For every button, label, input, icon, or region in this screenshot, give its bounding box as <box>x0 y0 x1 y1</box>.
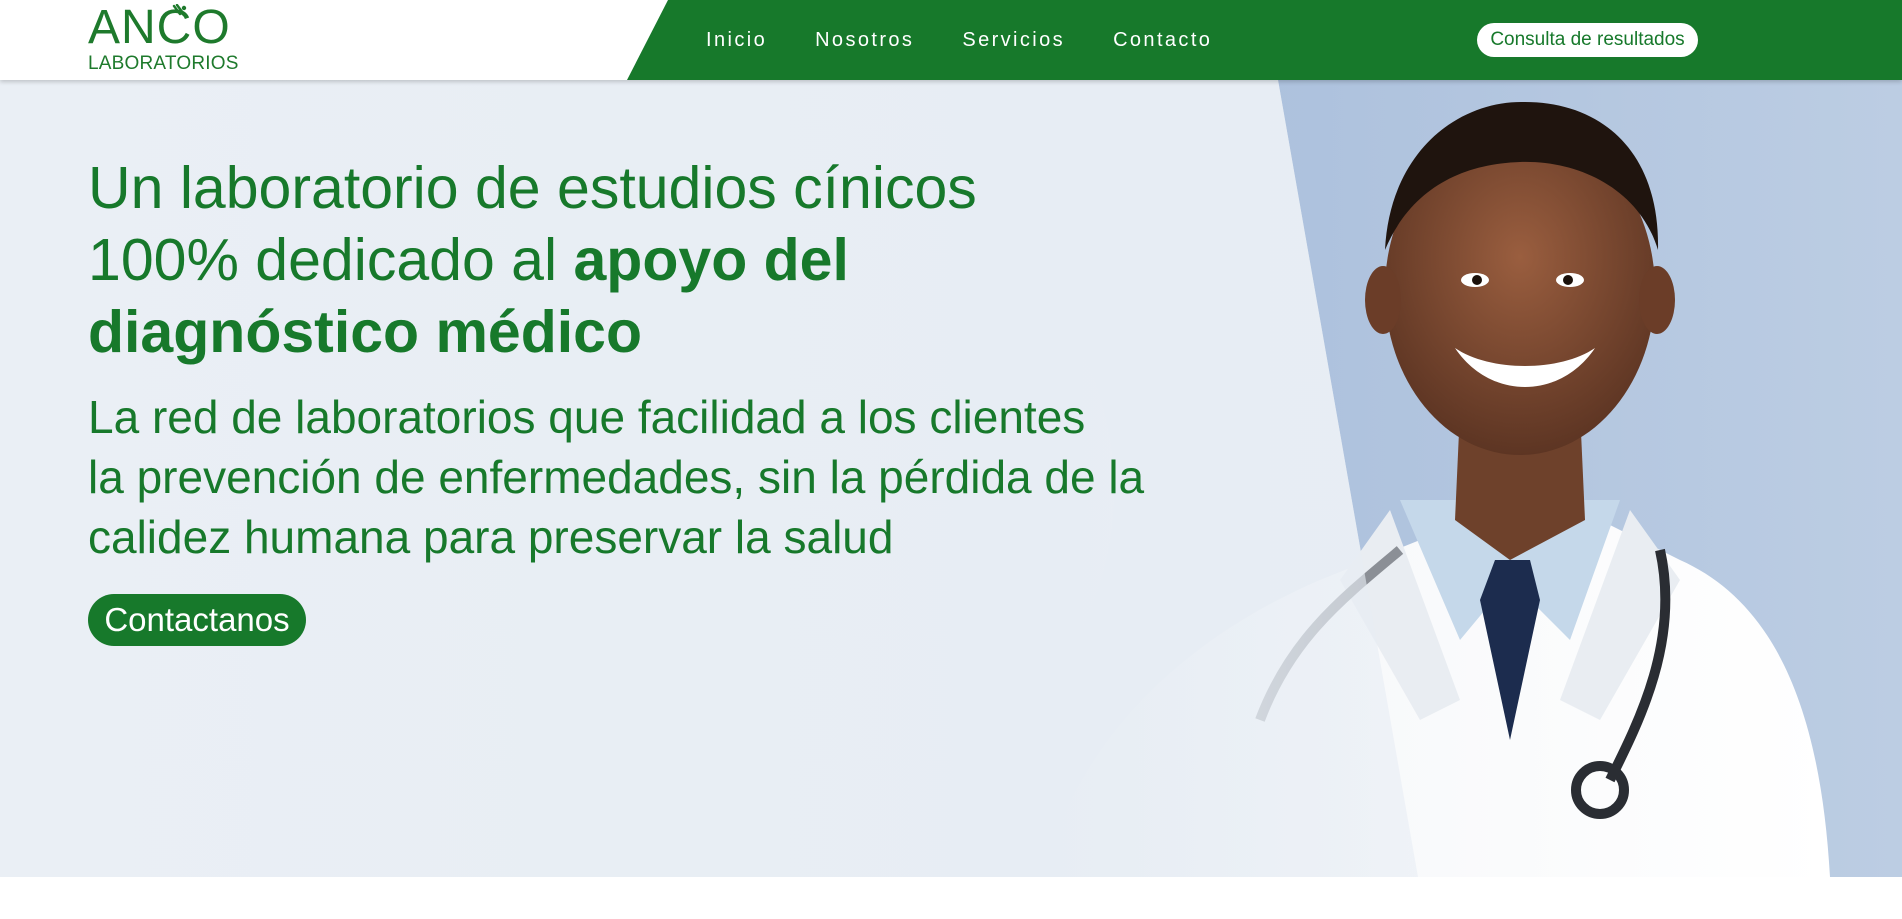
headline-line-2-bold: apoyo del <box>573 227 849 293</box>
headline-line-2: 100% dedicado al apoyo del <box>88 224 1088 296</box>
page: ANCO LABORATORIOS Inicio Nosotros Servic… <box>0 0 1902 919</box>
nav-item-nosotros[interactable]: Nosotros <box>815 28 914 52</box>
site-header: ANCO LABORATORIOS Inicio Nosotros Servic… <box>0 0 1902 80</box>
description-line-2: la prevención de enfermedades, sin la pé… <box>88 451 1145 503</box>
brand-logo[interactable]: ANCO LABORATORIOS <box>88 4 248 76</box>
section-divider <box>0 877 1902 919</box>
description-line-3: calidez humana para preservar la salud <box>88 511 894 563</box>
brand-name: ANCO <box>88 1 231 54</box>
headline-line-3-bold: diagnóstico médico <box>88 299 643 365</box>
flask-icon <box>172 4 187 16</box>
results-lookup-button[interactable]: Consulta de resultados <box>1477 23 1698 57</box>
hero-headline: Un laboratorio de estudios cínicos 100% … <box>88 152 1088 368</box>
hero-description: La red de laboratorios que facilidad a l… <box>88 387 1248 567</box>
brand-subtitle: LABORATORIOS <box>88 53 239 74</box>
description-line-1: La red de laboratorios que facilidad a l… <box>88 391 1086 443</box>
headline-line-2-regular: 100% dedicado al <box>88 227 574 293</box>
nav-item-contacto[interactable]: Contacto <box>1113 28 1212 52</box>
headline-line-1: Un laboratorio de estudios cínicos <box>88 155 977 221</box>
nav-item-inicio[interactable]: Inicio <box>706 28 767 52</box>
nav-item-servicios[interactable]: Servicios <box>962 28 1065 52</box>
hero-section: Un laboratorio de estudios cínicos 100% … <box>0 80 1902 877</box>
contact-cta-button[interactable]: Contactanos <box>88 594 306 646</box>
main-nav: Inicio Nosotros Servicios Contacto <box>706 28 1260 52</box>
headline-line-3: diagnóstico médico <box>88 296 1088 368</box>
